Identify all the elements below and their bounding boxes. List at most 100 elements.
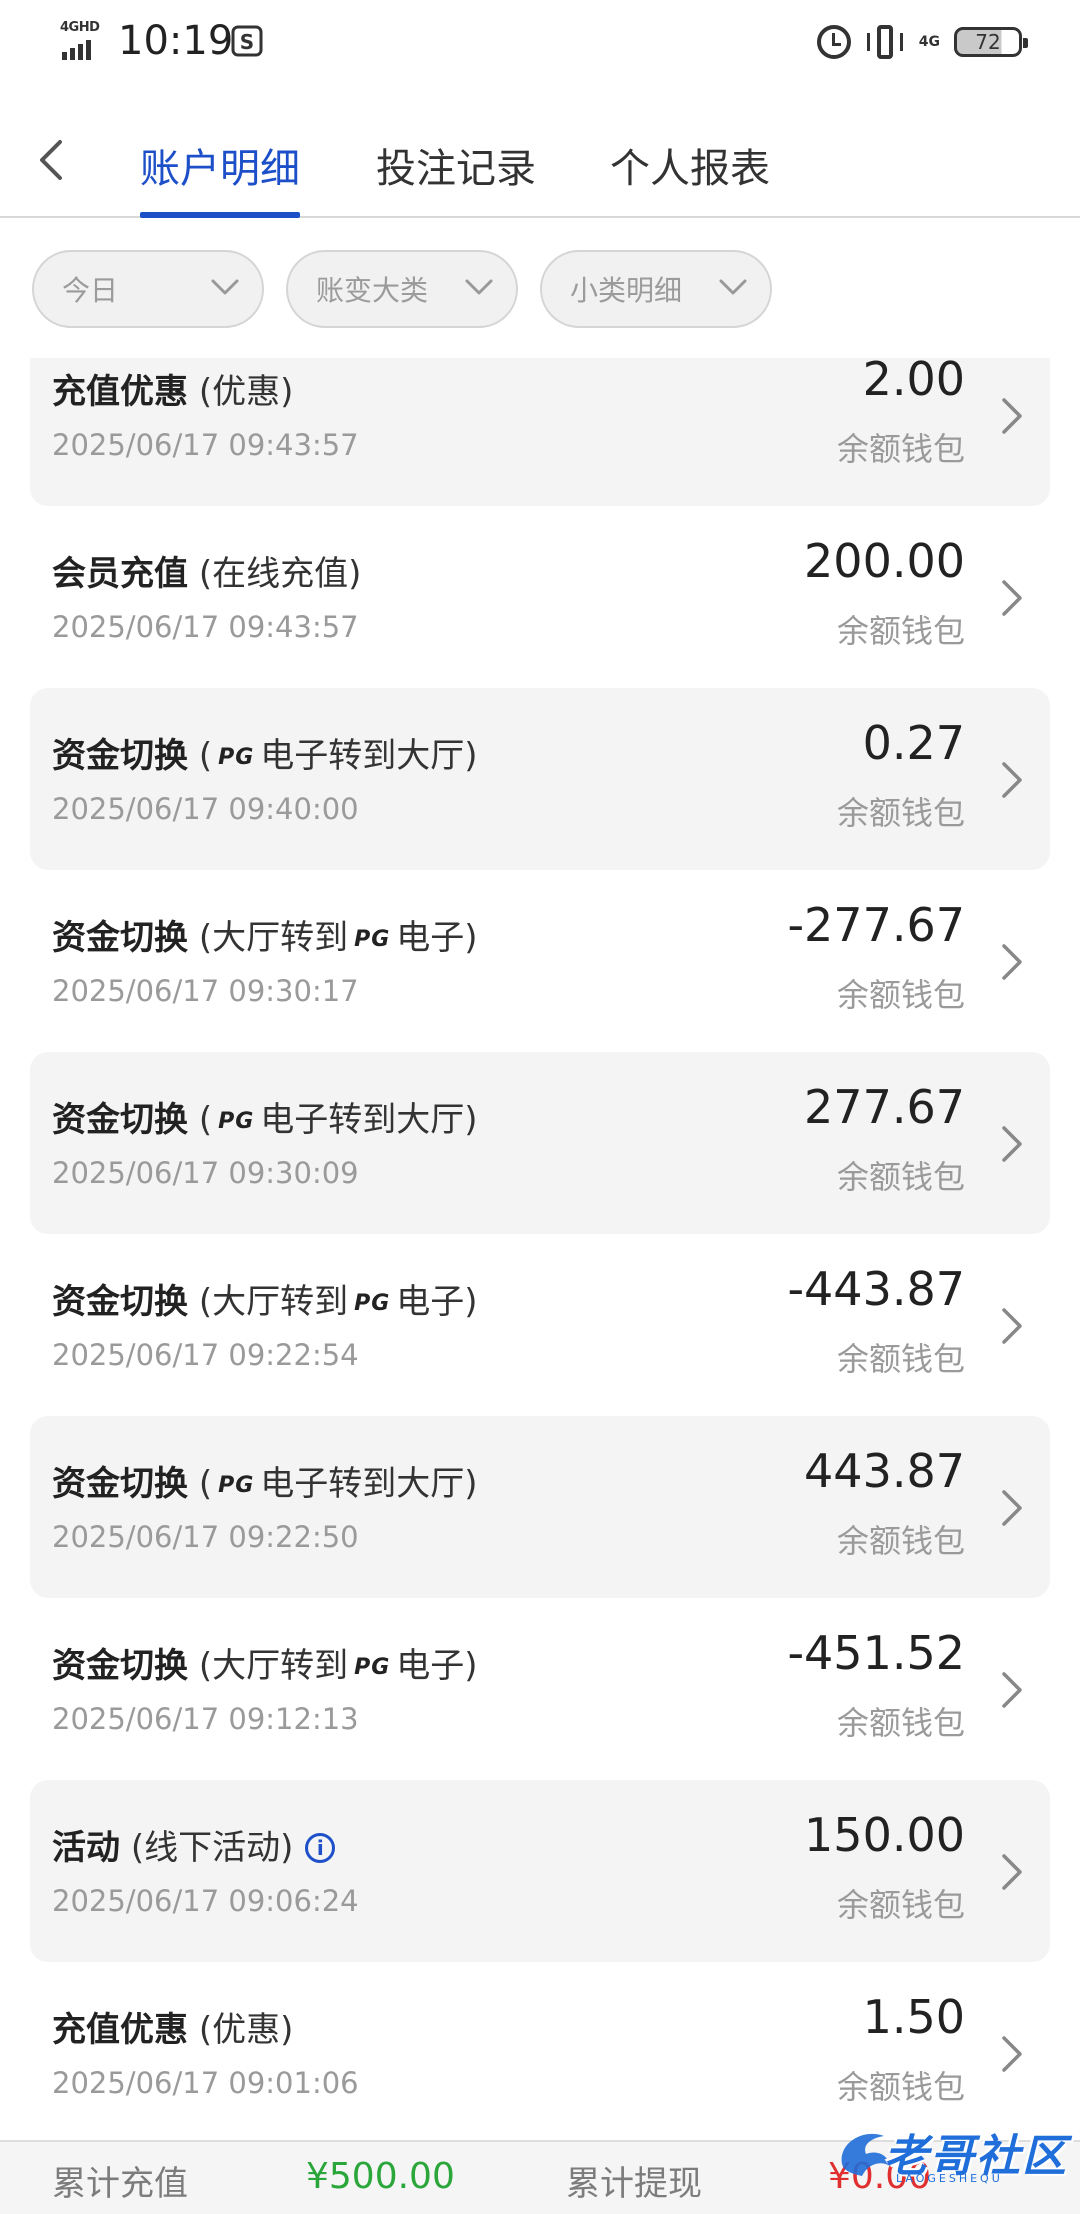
transaction-type: 资金切换 bbox=[52, 736, 188, 776]
transaction-amount: -443.87 bbox=[787, 1262, 965, 1316]
transaction-subtype-post: 电子转到大厅) bbox=[260, 736, 478, 776]
transaction-time: 2025/06/17 09:30:17 bbox=[52, 974, 359, 1008]
network-type: 4GHD bbox=[60, 20, 100, 35]
transaction-time: 2025/06/17 09:22:50 bbox=[52, 1520, 359, 1554]
transaction-amount: 2.00 bbox=[862, 358, 965, 406]
tab-bet-records[interactable]: 投注记录 bbox=[376, 136, 536, 194]
chevron-right-icon bbox=[1002, 580, 1022, 616]
total-withdraw-label: 累计提现 bbox=[566, 2164, 702, 2204]
transaction-title: 资金切换 (PG 电子转到大厅) bbox=[52, 728, 478, 777]
transaction-subtype-pre: ( bbox=[198, 1100, 213, 1140]
transaction-row[interactable]: 充值优惠 (优惠) 2025/06/17 09:01:06 1.50 余额钱包 bbox=[30, 1962, 1050, 2140]
transaction-title: 活动 (线下活动) i bbox=[52, 1820, 336, 1869]
transaction-row[interactable]: 资金切换 (PG 电子转到大厅) 2025/06/17 09:40:00 0.27 余额… bbox=[30, 688, 1050, 870]
transaction-subtype: (PG 电子转到大厅) bbox=[199, 736, 478, 776]
filter-subcategory[interactable]: 小类明细 bbox=[540, 250, 772, 328]
transaction-amount: 443.87 bbox=[804, 1444, 965, 1498]
transaction-time: 2025/06/17 09:30:09 bbox=[52, 1156, 359, 1190]
transaction-subtype: (优惠) bbox=[199, 2010, 294, 2050]
chevron-down-icon bbox=[465, 279, 493, 295]
transaction-subtype-post: 电子转到大厅) bbox=[260, 1464, 478, 1504]
transaction-row[interactable]: 资金切换 (PG 电子转到大厅) 2025/06/17 09:22:50 443.87… bbox=[30, 1416, 1050, 1598]
transaction-time: 2025/06/17 09:43:57 bbox=[52, 428, 359, 462]
transaction-wallet: 余额钱包 bbox=[836, 1522, 965, 1560]
transaction-subtype-pre: ( bbox=[198, 1464, 213, 1504]
status-bar: 4GHD 10:19 S 4G 72 bbox=[0, 0, 1080, 90]
transaction-subtype-pre: (优惠) bbox=[198, 372, 294, 412]
transaction-amount: 277.67 bbox=[804, 1080, 965, 1134]
transaction-wallet: 余额钱包 bbox=[836, 430, 965, 468]
chevron-left-icon[interactable] bbox=[30, 134, 74, 186]
chevron-right-icon bbox=[1002, 944, 1022, 980]
watermark-subtext: LAOGESHEQU bbox=[896, 2172, 1003, 2185]
info-icon[interactable]: i bbox=[305, 1833, 336, 1863]
tab-account-details[interactable]: 账户明细 bbox=[140, 136, 300, 194]
filter-category[interactable]: 账变大类 bbox=[286, 250, 518, 328]
transaction-amount: -277.67 bbox=[787, 898, 965, 952]
transaction-type: 会员充值 bbox=[52, 554, 188, 594]
tab-personal-report[interactable]: 个人报表 bbox=[610, 136, 770, 194]
transaction-wallet: 余额钱包 bbox=[836, 1340, 965, 1378]
transaction-amount: 150.00 bbox=[804, 1808, 965, 1862]
pg-brand-logo: PG bbox=[218, 1109, 255, 1134]
filter-date-label: 今日 bbox=[62, 274, 119, 307]
transaction-row[interactable]: 资金切换 (PG 电子转到大厅) 2025/06/17 09:30:09 277.67… bbox=[30, 1052, 1050, 1234]
pg-brand-logo: PG bbox=[354, 1655, 391, 1680]
notification-icon: S bbox=[231, 25, 263, 57]
battery-level: 72 bbox=[975, 30, 1001, 54]
transaction-time: 2025/06/17 09:06:24 bbox=[52, 1884, 359, 1918]
pg-brand-logo: PG bbox=[354, 1291, 391, 1316]
network-4g-label: 4G bbox=[918, 34, 940, 50]
transaction-row[interactable]: 会员充值 (在线充值) 2025/06/17 09:43:57 200.00 余额钱包 bbox=[30, 506, 1050, 688]
chevron-right-icon bbox=[1002, 398, 1022, 434]
watermark-logo: 老哥社区 LAOGESHEQU bbox=[832, 2118, 1072, 2202]
transaction-subtype: (大厅转到 PG 电子) bbox=[199, 918, 478, 958]
transaction-subtype-pre: (在线充值) bbox=[198, 554, 362, 594]
transaction-subtype: (PG 电子转到大厅) bbox=[199, 1464, 478, 1504]
svg-text:S: S bbox=[240, 30, 254, 54]
filter-category-label: 账变大类 bbox=[316, 274, 429, 307]
transaction-subtype-post: 电子) bbox=[396, 1646, 478, 1686]
transaction-title: 充值优惠 (优惠) bbox=[52, 364, 293, 413]
transaction-row[interactable]: 资金切换 (大厅转到 PG 电子) 2025/06/17 09:12:13 -451.5… bbox=[30, 1598, 1050, 1780]
transaction-wallet: 余额钱包 bbox=[836, 1704, 965, 1742]
total-deposit-label: 累计充值 bbox=[52, 2164, 188, 2204]
transaction-row[interactable]: 资金切换 (大厅转到 PG 电子) 2025/06/17 09:22:54 -443.8… bbox=[30, 1234, 1050, 1416]
transaction-wallet: 余额钱包 bbox=[836, 2068, 965, 2106]
transaction-type: 资金切换 bbox=[52, 1464, 188, 1504]
transaction-row[interactable]: 活动 (线下活动) i 2025/06/17 09:06:24 150.00 余额钱包 bbox=[30, 1780, 1050, 1962]
transaction-title: 充值优惠 (优惠) bbox=[52, 2002, 293, 2051]
transaction-row[interactable]: 资金切换 (大厅转到 PG 电子) 2025/06/17 09:30:17 -277.6… bbox=[30, 870, 1050, 1052]
signal-icon: 4GHD bbox=[60, 20, 110, 60]
transaction-wallet: 余额钱包 bbox=[836, 612, 965, 650]
transaction-type: 充值优惠 bbox=[52, 2010, 188, 2050]
transaction-row[interactable]: 充值优惠 (优惠) 2025/06/17 09:43:57 2.00 余额钱包 bbox=[30, 358, 1050, 506]
transaction-subtype-pre: (线下活动) bbox=[130, 1828, 294, 1868]
transaction-subtype-pre: (优惠) bbox=[198, 2010, 294, 2050]
transaction-type: 活动 bbox=[52, 1828, 120, 1868]
transaction-title: 资金切换 (PG 电子转到大厅) bbox=[52, 1092, 478, 1141]
transaction-subtype: (PG 电子转到大厅) bbox=[199, 1100, 478, 1140]
status-right-icons: 4G 72 bbox=[816, 20, 1028, 64]
chevron-right-icon bbox=[1002, 1308, 1022, 1344]
alarm-icon bbox=[816, 25, 851, 59]
transaction-time: 2025/06/17 09:43:57 bbox=[52, 610, 359, 644]
chevron-down-icon bbox=[719, 279, 747, 295]
transaction-title: 资金切换 (大厅转到 PG 电子) bbox=[52, 1638, 478, 1687]
chevron-right-icon bbox=[1002, 1854, 1022, 1890]
pg-brand-logo: PG bbox=[218, 745, 255, 770]
chevron-right-icon bbox=[1002, 2036, 1022, 2072]
filter-subcategory-label: 小类明细 bbox=[570, 274, 683, 307]
transaction-wallet: 余额钱包 bbox=[836, 794, 965, 832]
transaction-time: 2025/06/17 09:40:00 bbox=[52, 792, 359, 826]
transaction-list: 充值优惠 (优惠) 2025/06/17 09:43:57 2.00 余额钱包 会员充值… bbox=[0, 358, 1080, 2140]
transaction-subtype: (大厅转到 PG 电子) bbox=[199, 1282, 478, 1322]
transaction-subtype-pre: (大厅转到 bbox=[198, 918, 349, 958]
pg-brand-logo: PG bbox=[354, 927, 391, 952]
transaction-amount: -451.52 bbox=[787, 1626, 965, 1680]
transaction-subtype-pre: ( bbox=[198, 736, 213, 776]
filter-date[interactable]: 今日 bbox=[32, 250, 264, 328]
status-time: 10:19 bbox=[118, 18, 234, 64]
transaction-subtype-post: 电子) bbox=[396, 918, 478, 958]
chevron-right-icon bbox=[1002, 1490, 1022, 1526]
